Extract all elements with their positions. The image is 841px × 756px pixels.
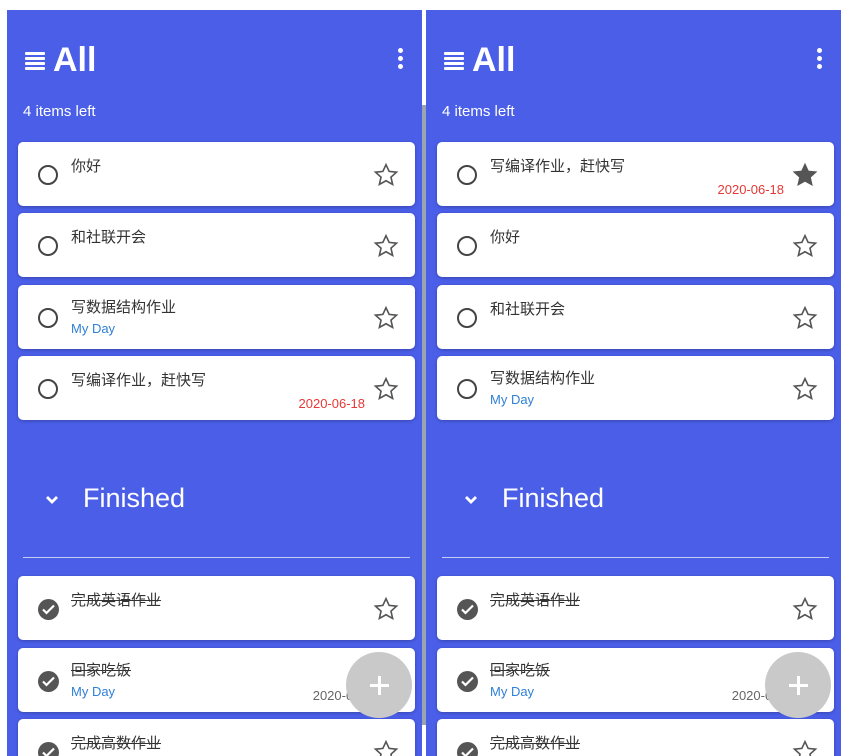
star-outline-icon[interactable] <box>792 233 818 259</box>
star-outline-icon[interactable] <box>373 376 399 402</box>
star-outline-icon[interactable] <box>373 305 399 331</box>
more-options-icon[interactable] <box>815 48 823 74</box>
add-task-button[interactable] <box>346 652 412 718</box>
menu-icon[interactable] <box>25 52 45 70</box>
complete-toggle-circle-icon[interactable] <box>38 165 58 185</box>
finished-section-toggle[interactable]: Finished <box>7 475 422 525</box>
more-options-icon[interactable] <box>396 48 404 74</box>
my-day-tag: My Day <box>490 392 535 407</box>
task-card[interactable]: 写编译作业，赶快写 2020-06-18 <box>437 142 834 206</box>
chevron-down-icon[interactable] <box>463 492 479 508</box>
section-divider <box>442 557 829 558</box>
completed-check-icon[interactable] <box>38 671 59 692</box>
star-outline-icon[interactable] <box>792 739 818 756</box>
complete-toggle-circle-icon[interactable] <box>457 165 477 185</box>
completed-check-icon[interactable] <box>457 671 478 692</box>
my-day-tag: My Day <box>490 684 535 699</box>
task-card[interactable]: 写数据结构作业 My Day <box>18 285 415 349</box>
finished-task-card[interactable]: 完成英语作业 <box>18 576 415 640</box>
todo-panel-right: All 4 items left 写编译作业，赶快写 2020-06-18 你好… <box>426 10 841 756</box>
finished-section-label: Finished <box>83 483 186 513</box>
star-outline-icon[interactable] <box>373 162 399 188</box>
task-title: 回家吃饭 <box>490 662 551 679</box>
my-day-tag: My Day <box>71 321 116 336</box>
page-title: All <box>53 41 97 79</box>
completed-check-icon[interactable] <box>38 599 59 620</box>
items-left-count: 4 items left <box>442 103 515 120</box>
task-card[interactable]: 你好 <box>437 213 834 277</box>
finished-task-card[interactable]: 完成高数作业 <box>437 719 834 756</box>
due-date: 2020-06-18 <box>717 182 785 197</box>
completed-check-icon[interactable] <box>457 742 478 756</box>
finished-task-card[interactable]: 完成高数作业 <box>18 719 415 756</box>
star-outline-icon[interactable] <box>792 376 818 402</box>
menu-icon[interactable] <box>444 52 464 70</box>
items-left-count: 4 items left <box>23 103 96 120</box>
task-title: 和社联开会 <box>71 229 147 246</box>
task-title: 你好 <box>71 158 102 175</box>
finished-section-label: Finished <box>502 483 605 513</box>
completed-check-icon[interactable] <box>38 742 59 756</box>
task-title: 完成英语作业 <box>71 592 162 609</box>
star-outline-icon[interactable] <box>373 739 399 756</box>
my-day-tag: My Day <box>71 684 116 699</box>
task-title: 写数据结构作业 <box>71 299 177 316</box>
task-title: 完成高数作业 <box>71 735 162 752</box>
task-title: 完成高数作业 <box>490 735 581 752</box>
chevron-down-icon[interactable] <box>44 492 60 508</box>
page-title: All <box>472 41 516 79</box>
star-filled-icon[interactable] <box>792 162 818 188</box>
star-outline-icon[interactable] <box>373 596 399 622</box>
task-card[interactable]: 你好 <box>18 142 415 206</box>
add-task-button[interactable] <box>765 652 831 718</box>
app-header: All <box>426 40 841 80</box>
complete-toggle-circle-icon[interactable] <box>38 236 58 256</box>
complete-toggle-circle-icon[interactable] <box>38 379 58 399</box>
complete-toggle-circle-icon[interactable] <box>457 236 477 256</box>
complete-toggle-circle-icon[interactable] <box>457 308 477 328</box>
completed-check-icon[interactable] <box>457 599 478 620</box>
task-title: 写编译作业，赶快写 <box>71 372 207 389</box>
task-card[interactable]: 写编译作业，赶快写 2020-06-18 <box>18 356 415 420</box>
task-title: 和社联开会 <box>490 301 566 318</box>
task-title: 完成英语作业 <box>490 592 581 609</box>
star-outline-icon[interactable] <box>792 305 818 331</box>
finished-section-toggle[interactable]: Finished <box>426 475 841 525</box>
app-header: All <box>7 40 422 80</box>
complete-toggle-circle-icon[interactable] <box>457 379 477 399</box>
section-divider <box>23 557 410 558</box>
task-title: 你好 <box>490 229 521 246</box>
task-card[interactable]: 写数据结构作业 My Day <box>437 356 834 420</box>
star-outline-icon[interactable] <box>792 596 818 622</box>
task-card[interactable]: 和社联开会 <box>18 213 415 277</box>
task-card[interactable]: 和社联开会 <box>437 285 834 349</box>
task-title: 写编译作业，赶快写 <box>490 158 626 175</box>
star-outline-icon[interactable] <box>373 233 399 259</box>
finished-task-card[interactable]: 完成英语作业 <box>437 576 834 640</box>
task-title: 回家吃饭 <box>71 662 132 679</box>
due-date: 2020-06-18 <box>298 396 366 411</box>
todo-panel-left: All 4 items left 你好 和社联开会 写数据结构作业 My Day… <box>7 10 422 756</box>
complete-toggle-circle-icon[interactable] <box>38 308 58 328</box>
task-title: 写数据结构作业 <box>490 370 596 387</box>
